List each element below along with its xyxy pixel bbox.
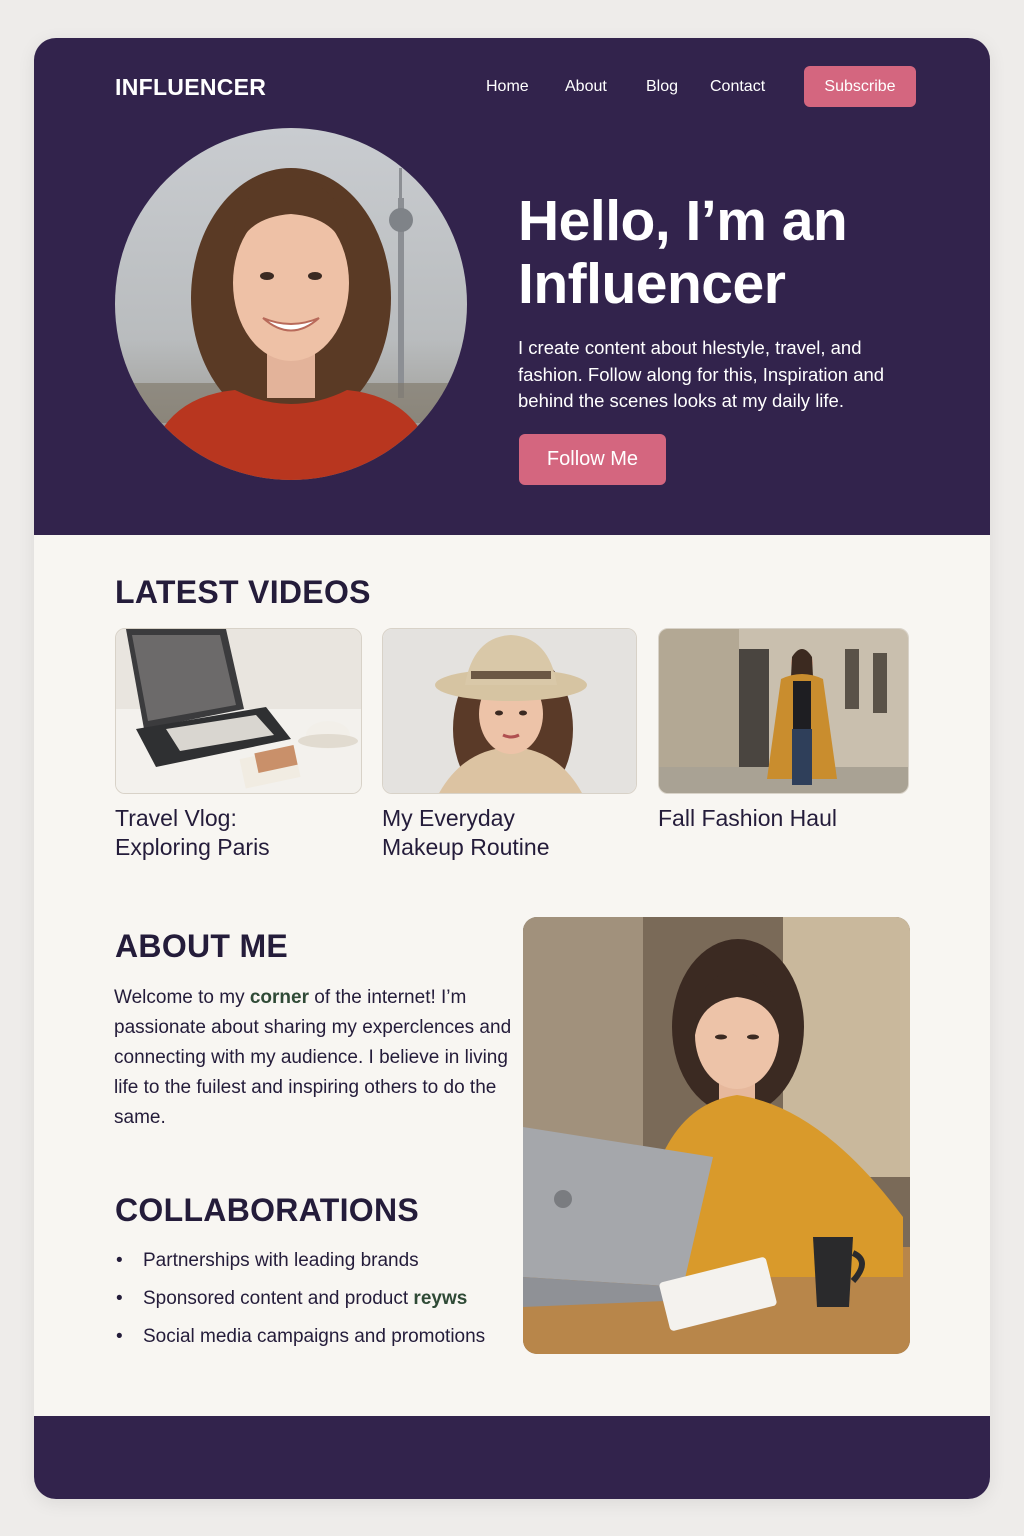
video-title-line-2: Exploring Paris: [115, 834, 270, 860]
list-item: Social media campaigns and promotions: [114, 1324, 485, 1362]
video-title-line-1: Travel Vlog:: [115, 805, 237, 831]
footer: [34, 1416, 990, 1499]
video-title[interactable]: My Everyday Makeup Routine: [382, 804, 550, 862]
hero-title: Hello, I’m an Influencer: [518, 189, 848, 316]
nav-link-blog[interactable]: Blog: [646, 78, 678, 96]
nav-link-about[interactable]: About: [565, 78, 607, 96]
follow-me-button[interactable]: Follow Me: [519, 434, 666, 485]
hero-description: I create content about hlestyle, travel,…: [518, 337, 885, 411]
about-heading: ABOUT ME: [115, 928, 289, 964]
list-item-text: Partnerships with leading brands: [143, 1250, 419, 1271]
nav-link-contact[interactable]: Contact: [710, 78, 765, 96]
about-text-part-2: of the internet! I’m passionate about sh…: [114, 987, 512, 1128]
about-text: Welcome to my corner of the internet! I’…: [114, 983, 514, 1133]
video-title-line-1: Fall Fashion Haul: [658, 805, 837, 831]
video-title-line-1: My Everyday: [382, 805, 515, 831]
collaborations-list: Partnerships with leading brands Sponsor…: [114, 1248, 485, 1362]
list-item: Sponsored content and product reyws: [114, 1286, 485, 1324]
list-item-text: Social media campaigns and promotions: [143, 1326, 486, 1347]
page-card: INFLUENCER Home About Blog Contact Subsc…: [34, 38, 990, 1499]
list-item: Partnerships with leading brands: [114, 1248, 485, 1286]
video-title[interactable]: Travel Vlog: Exploring Paris: [115, 804, 270, 862]
video-thumbnail[interactable]: [382, 628, 637, 794]
hero-title-line-1: Hello, I’m an: [518, 189, 848, 253]
video-thumbnail[interactable]: [115, 628, 362, 794]
about-text-part-1: Welcome to my: [114, 987, 250, 1008]
about-text-highlight: corner: [249, 987, 309, 1008]
list-item-text: Sponsored content and product: [143, 1288, 414, 1309]
video-title-line-2: Makeup Routine: [382, 834, 550, 860]
latest-videos-heading: LATEST VIDEOS: [115, 574, 371, 610]
list-item-highlight: reyws: [413, 1288, 468, 1309]
hero-section: INFLUENCER Home About Blog Contact Subsc…: [34, 38, 990, 535]
nav-link-home[interactable]: Home: [486, 78, 529, 96]
hero-title-line-2: Influencer: [518, 252, 786, 316]
about-laptop-photo: [523, 917, 910, 1354]
video-title[interactable]: Fall Fashion Haul: [658, 804, 837, 833]
collaborations-heading: COLLABORATIONS: [115, 1192, 420, 1228]
video-thumbnail[interactable]: [658, 628, 909, 794]
hero-portrait-photo: [115, 128, 467, 480]
subscribe-button[interactable]: Subscribe: [804, 66, 916, 107]
